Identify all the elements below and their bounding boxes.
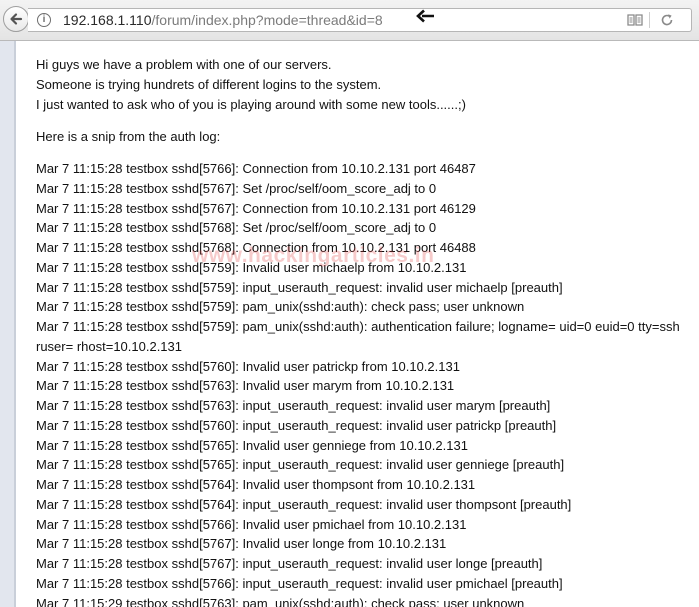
pointing-arrow-icon [416,9,434,23]
left-gutter [0,41,16,607]
browser-nav-bar: i 192.168.1.110/forum/index.php?mode=thr… [0,0,699,41]
log-line: Mar 7 11:15:28 testbox sshd[5767]: Set /… [36,180,437,196]
intro-line: I just wanted to ask who of you is playi… [36,97,466,112]
log-line: Mar 7 11:15:28 testbox sshd[5759]: input… [36,279,563,295]
forum-post: Hi guys we have a problem with one of ou… [36,55,696,607]
auth-log: Mar 7 11:15:28 testbox sshd[5766]: Conne… [36,159,696,607]
log-line: Mar 7 11:15:28 testbox sshd[5765]: input… [36,457,565,473]
info-icon[interactable]: i [37,13,51,27]
reader-view-icon[interactable] [627,13,643,27]
log-line: Mar 7 11:15:28 testbox sshd[5764]: input… [36,496,572,512]
log-line: Mar 7 11:15:28 testbox sshd[5767]: input… [36,556,543,571]
gutter-stripe [14,41,16,607]
url-text[interactable]: 192.168.1.110/forum/index.php?mode=threa… [63,12,383,28]
watermark: www.hackingarticles.in [192,244,435,267]
post-intro: Hi guys we have a problem with one of ou… [36,55,696,115]
reload-icon[interactable] [660,13,674,27]
log-line: Mar 7 11:15:28 testbox sshd[5766]: Conne… [36,161,476,176]
intro-line: Someone is trying hundrets of different … [36,77,382,92]
log-line: Mar 7 11:15:28 testbox sshd[5767]: Inval… [36,536,447,552]
url-host: 192.168.1.110 [63,12,152,28]
log-line: Mar 7 11:15:28 testbox sshd[5760]: input… [36,417,557,433]
log-line: Mar 7 11:15:28 testbox sshd[5759]: pam_u… [36,319,680,354]
log-line: Mar 7 11:15:28 testbox sshd[5759]: pam_u… [36,299,525,315]
log-line: Mar 7 11:15:28 testbox sshd[5767]: Conne… [36,200,476,216]
arrow-left-icon [10,13,23,25]
log-line: Mar 7 11:15:28 testbox sshd[5763]: Inval… [36,378,455,394]
log-line: Mar 7 11:15:29 testbox sshd[5763]: pam_u… [36,595,525,607]
back-button[interactable] [3,6,29,32]
url-bar-separator [649,12,650,28]
page-content: Hi guys we have a problem with one of ou… [0,41,699,607]
log-line: Mar 7 11:15:28 testbox sshd[5766]: input… [36,575,563,591]
snip-intro: Here is a snip from the auth log: [36,129,221,144]
intro-line: Hi guys we have a problem with one of ou… [36,57,332,72]
log-line: Mar 7 11:15:28 testbox sshd[5763]: input… [36,398,551,413]
log-line: Mar 7 11:15:28 testbox sshd[5760]: Inval… [36,358,460,374]
log-line: Mar 7 11:15:28 testbox sshd[5765]: Inval… [36,437,468,453]
url-path: /forum/index.php?mode=thread&id=8 [151,12,383,28]
log-line: Mar 7 11:15:28 testbox sshd[5768]: Set /… [36,220,437,236]
log-line: Mar 7 11:15:28 testbox sshd[5766]: Inval… [36,516,467,532]
address-bar[interactable]: i 192.168.1.110/forum/index.php?mode=thr… [28,8,692,32]
log-line: Mar 7 11:15:28 testbox sshd[5764]: Inval… [36,477,476,492]
